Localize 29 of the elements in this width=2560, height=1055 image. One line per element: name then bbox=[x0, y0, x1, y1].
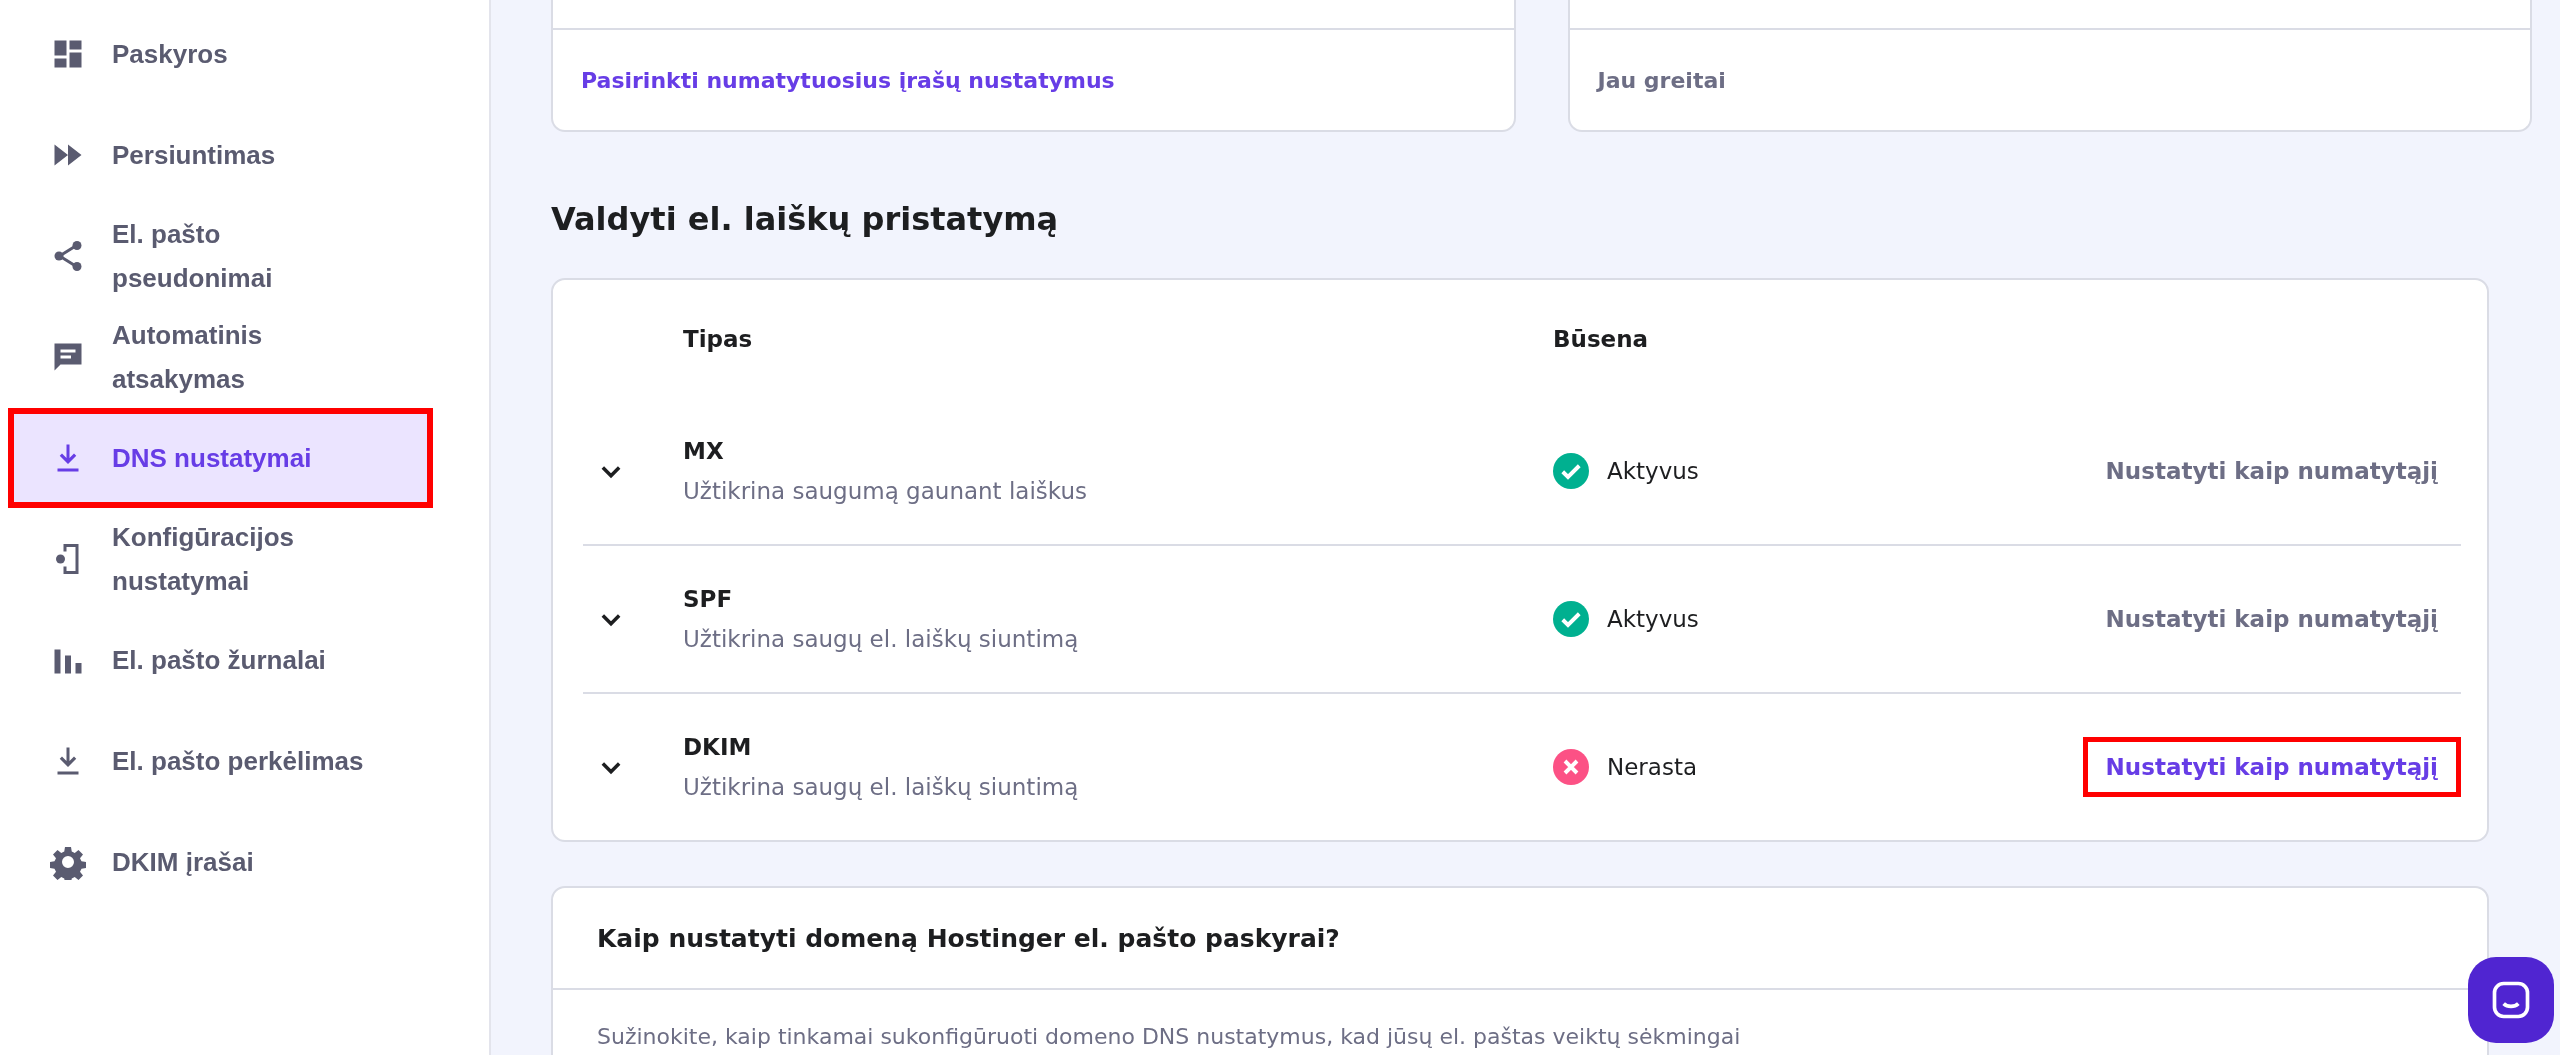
card-link: Jau greitai bbox=[1597, 67, 1726, 93]
sidebar-item[interactable]: Konfigūracijos nustatymai bbox=[8, 509, 433, 609]
sidebar-item[interactable]: El. pašto žurnalai bbox=[8, 610, 433, 710]
status-text: Aktyvus bbox=[1607, 606, 1699, 632]
record-type: MX bbox=[683, 438, 725, 464]
sidebar-item[interactable]: Persiuntimas bbox=[8, 105, 433, 205]
sidebar-item[interactable]: El. pašto pseudonimai bbox=[8, 206, 433, 306]
record-description: Užtikrina saugų el. laiškų siuntimą bbox=[683, 626, 1080, 652]
record-description: Užtikrina saugumą gaunant laiškus bbox=[683, 478, 1088, 504]
record-type: DKIM bbox=[683, 734, 753, 760]
column-header: Būsena bbox=[1553, 326, 1650, 352]
settings-icon bbox=[50, 844, 86, 880]
sidebar-item[interactable]: Paskyros bbox=[8, 4, 433, 104]
sidebar-item[interactable]: Automatinis atsakymas bbox=[8, 307, 433, 407]
record-type: SPF bbox=[683, 586, 734, 612]
record-description: Užtikrina saugų el. laiškų siuntimą bbox=[683, 774, 1080, 800]
set-default-button[interactable]: Nustatyti kaip numatytąjį bbox=[2082, 589, 2461, 649]
status-text: Aktyvus bbox=[1607, 458, 1699, 484]
chat-button[interactable] bbox=[2468, 957, 2554, 1043]
section-heading: Valdyti el. laiškų pristatymą bbox=[551, 200, 1060, 238]
card-link[interactable]: Pasirinkti numatytuosius įrašų nustatymus bbox=[581, 67, 1115, 93]
status-text: Nerasta bbox=[1607, 754, 1697, 780]
set-default-button[interactable]: Nustatyti kaip numatytąjį bbox=[2082, 737, 2461, 797]
column-header: Tipas bbox=[683, 326, 754, 352]
help-text: Sužinokite, kaip tinkamai sukonfigūruoti domeno DNS nustatymus, kad jūsų el. paštas veiktų sėkmingai bbox=[596, 1023, 1742, 1051]
set-default-button[interactable]: Nustatyti kaip numatytąjį bbox=[2082, 441, 2461, 501]
sidebar-item[interactable]: El. pašto perkėlimas bbox=[8, 711, 433, 811]
sidebar-item[interactable]: DKIM įrašai bbox=[8, 812, 433, 912]
sidebar-item[interactable]: DNS nustatymai bbox=[8, 408, 433, 508]
